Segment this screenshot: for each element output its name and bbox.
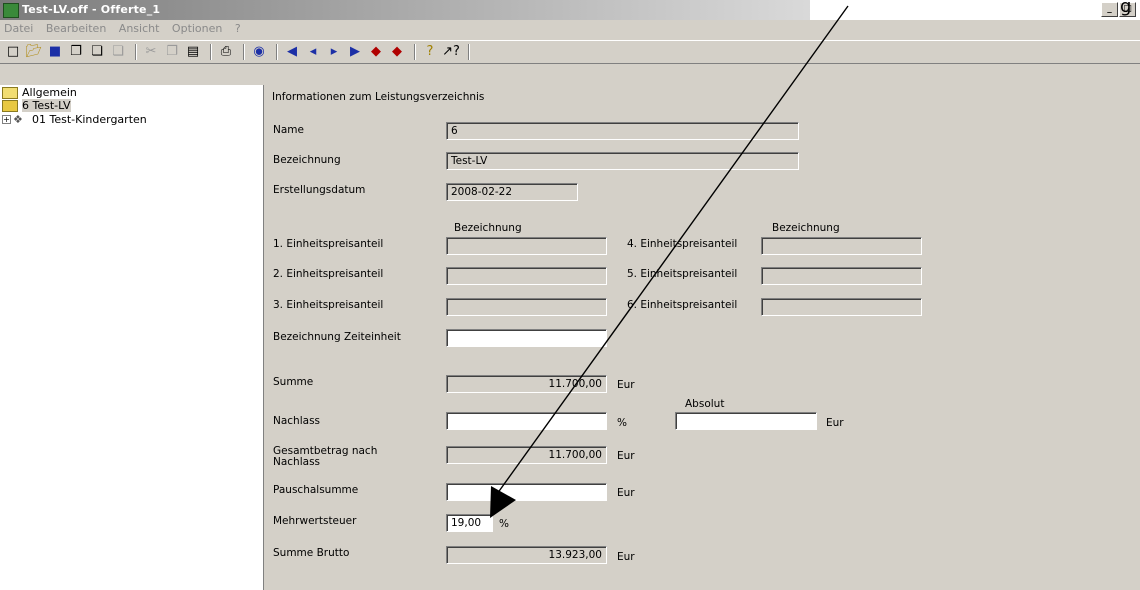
nachlass-absolut-field[interactable] — [675, 412, 817, 430]
toolbar-separator — [243, 44, 245, 60]
red-up-icon[interactable]: ◆ — [367, 44, 385, 60]
app-icon — [3, 3, 19, 18]
bezeichnung-column-header-left: Bezeichnung — [454, 222, 522, 234]
gesamtbetrag-field[interactable]: 11.700,00 — [446, 446, 607, 464]
help-icon[interactable]: ? — [421, 44, 439, 60]
print-icon[interactable]: ⎙ — [217, 44, 235, 60]
einheitspreisanteil-5-field[interactable] — [761, 267, 922, 285]
einheitspreisanteil-6-label: 6. Einheitspreisanteil — [627, 299, 738, 311]
menu-ansicht[interactable]: Ansicht — [119, 22, 160, 35]
absolut-label: Absolut — [685, 398, 725, 410]
doc-icon[interactable]: ❏ — [109, 44, 127, 60]
erstellungsdatum-field[interactable]: 2008-02-22 — [446, 183, 578, 201]
group-icon: ❖ — [13, 112, 23, 126]
menu-optionen[interactable]: Optionen — [172, 22, 222, 35]
mehrwertsteuer-unit: % — [499, 518, 509, 530]
toolbar-separator — [276, 44, 278, 60]
menu-datei[interactable]: Datei — [4, 22, 33, 35]
menu-bearbeiten[interactable]: Bearbeiten — [46, 22, 106, 35]
copy-icon[interactable]: ❐ — [163, 44, 181, 60]
einheitspreisanteil-6-field[interactable] — [761, 298, 922, 316]
summe-field[interactable]: 11.700,00 — [446, 375, 607, 393]
name-field[interactable]: 6 — [446, 122, 799, 140]
summe-brutto-unit: Eur — [617, 551, 635, 563]
bezeichnung-label: Bezeichnung — [273, 154, 341, 166]
cut-icon[interactable]: ✂ — [142, 44, 160, 60]
name-label: Name — [273, 124, 304, 136]
toolbar-separator — [135, 44, 137, 60]
last-icon[interactable]: ▶ — [346, 44, 364, 60]
einheitspreisanteil-5-label: 5. Einheitspreisanteil — [627, 268, 738, 280]
tree-expand-toggle[interactable]: + — [2, 115, 11, 124]
zeiteinheit-label: Bezeichnung Zeiteinheit — [273, 331, 401, 343]
einheitspreisanteil-1-field[interactable] — [446, 237, 607, 255]
prev-icon[interactable]: ◂ — [304, 44, 322, 60]
next-icon[interactable]: ▸ — [325, 44, 343, 60]
zeiteinheit-field[interactable] — [446, 329, 607, 347]
toolbar-separator — [210, 44, 212, 60]
gesamtbetrag-label-line2: Nachlass — [273, 456, 321, 468]
copy-doc-icon[interactable]: ❐ — [67, 44, 85, 60]
pauschalsumme-unit: Eur — [617, 487, 635, 499]
summe-label: Summe — [273, 376, 314, 388]
form-panel: Informationen zum Leistungsverzeichnis N… — [268, 85, 1140, 590]
pauschalsumme-field[interactable] — [446, 483, 607, 501]
tree-item-test-kindergarten[interactable]: + ❖ 01 Test-Kindergarten — [2, 113, 147, 126]
menu-help[interactable]: ? — [235, 22, 241, 35]
bezeichnung-column-header-right: Bezeichnung — [772, 222, 840, 234]
summe-brutto-field[interactable]: 13.923,00 — [446, 546, 607, 564]
open-folder-icon[interactable]: 📂︎ — [25, 44, 43, 60]
mehrwertsteuer-label: Mehrwertsteuer — [273, 515, 357, 527]
summe-brutto-label: Summe Brutto — [273, 547, 350, 559]
title-bar: Test-LV.off - Offerte_1 _ □ — [0, 0, 1140, 20]
application-window: Test-LV.off - Offerte_1 _ □ Datei Bearbe… — [0, 0, 1140, 590]
title-bar-cropped-area — [810, 0, 1140, 20]
nachlass-absolut-unit: Eur — [826, 417, 844, 429]
nachlass-percent-field[interactable] — [446, 412, 607, 430]
window-title: Test-LV.off - Offerte_1 — [22, 3, 161, 16]
gesamtbetrag-unit: Eur — [617, 450, 635, 462]
pauschalsumme-label: Pauschalsumme — [273, 484, 359, 496]
nachlass-label: Nachlass — [273, 415, 321, 427]
new-file-icon[interactable]: □ — [4, 44, 22, 60]
paste-icon[interactable]: ▤ — [184, 44, 202, 60]
erstellungsdatum-label: Erstellungsdatum — [273, 184, 366, 196]
folder-icon — [2, 86, 18, 99]
einheitspreisanteil-2-field[interactable] — [446, 267, 607, 285]
open-folder-icon — [2, 99, 18, 112]
context-help-icon[interactable]: ↗? — [442, 44, 460, 60]
einheitspreisanteil-3-label: 3. Einheitspreisanteil — [273, 299, 384, 311]
einheitspreisanteil-4-label: 4. Einheitspreisanteil — [627, 238, 738, 250]
red-down-icon[interactable]: ◆ — [388, 44, 406, 60]
einheitspreisanteil-3-field[interactable] — [446, 298, 607, 316]
tree-item-allgemein[interactable]: Allgemein — [2, 86, 77, 99]
paste-doc-icon[interactable]: ❏ — [88, 44, 106, 60]
nachlass-percent-unit: % — [617, 417, 627, 429]
annotation-corner-text: g — [1120, 0, 1132, 17]
summe-unit: Eur — [617, 379, 635, 391]
menu-bar: Datei Bearbeiten Ansicht Optionen ? — [0, 22, 1140, 38]
tree-view[interactable]: Allgemein 6 Test-LV + ❖ 01 Test-Kinderga… — [0, 85, 264, 590]
einheitspreisanteil-4-field[interactable] — [761, 237, 922, 255]
globe-icon[interactable]: ◉ — [250, 44, 268, 60]
einheitspreisanteil-1-label: 1. Einheitspreisanteil — [273, 238, 384, 250]
form-heading: Informationen zum Leistungsverzeichnis — [272, 91, 485, 103]
einheitspreisanteil-2-label: 2. Einheitspreisanteil — [273, 268, 384, 280]
bezeichnung-field[interactable]: Test-LV — [446, 152, 799, 170]
tree-item-test-lv[interactable]: 6 Test-LV — [2, 99, 71, 112]
toolbar: □ 📂︎ ■ ❐ ❏ ❏ ✂ ❐ ▤ ⎙ ◉ ◀ ◂ ▸ ▶ ◆ ◆ ? ↗? — [0, 40, 1140, 64]
toolbar-separator — [468, 44, 470, 60]
minimize-button[interactable]: _ — [1101, 2, 1118, 17]
toolbar-separator — [414, 44, 416, 60]
mehrwertsteuer-field[interactable]: 19,00 — [446, 514, 493, 532]
first-icon[interactable]: ◀ — [283, 44, 301, 60]
save-icon[interactable]: ■ — [46, 44, 64, 60]
